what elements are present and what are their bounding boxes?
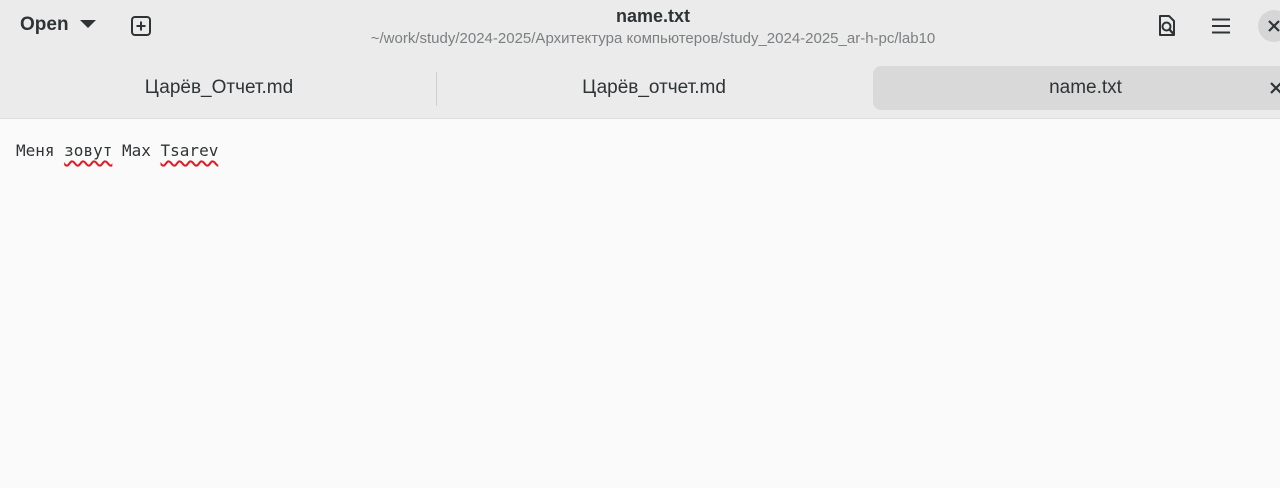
word-space bbox=[55, 141, 65, 160]
text-editor-window: Open name.txt ~/work/study/2024-2025/Арх… bbox=[0, 0, 1280, 488]
window-title: name.txt bbox=[615, 6, 691, 26]
tab-separator bbox=[436, 72, 437, 106]
window-close-button[interactable] bbox=[1258, 10, 1280, 42]
misspelled-word[interactable]: Tsarev bbox=[161, 141, 219, 160]
open-button[interactable]: Open bbox=[8, 8, 106, 44]
new-tab-button[interactable] bbox=[122, 8, 160, 44]
close-icon bbox=[1268, 20, 1280, 32]
tab-tsarev-otchet-upper[interactable]: Царёв_Отчет.md bbox=[2, 66, 436, 110]
file-path-subtitle: ~/work/study/2024-2025/Архитектура компь… bbox=[370, 30, 936, 47]
open-button-label: Open bbox=[20, 14, 69, 35]
header-bar: Open name.txt ~/work/study/2024-2025/Арх… bbox=[0, 0, 1280, 58]
text-editor-area[interactable]: Меня зовут Max Tsarev bbox=[0, 119, 1280, 488]
tab-tsarev-otchet-lower[interactable]: Царёв_отчет.md bbox=[438, 66, 870, 110]
word: Меня bbox=[16, 141, 55, 160]
word: Max bbox=[121, 141, 151, 160]
document-search-icon bbox=[1159, 15, 1175, 36]
main-menu-button[interactable] bbox=[1202, 8, 1240, 44]
misspelled-word[interactable]: зовут bbox=[64, 141, 112, 160]
tab-name-txt-active[interactable]: name.txt bbox=[873, 66, 1280, 110]
editor-text-line[interactable]: Меня зовут Max Tsarev bbox=[16, 141, 218, 160]
chevron-down-icon bbox=[80, 20, 96, 28]
window-title-block: name.txt ~/work/study/2024-2025/Архитект… bbox=[300, 4, 1006, 50]
word-space bbox=[151, 141, 161, 160]
word-space bbox=[112, 141, 122, 160]
close-icon[interactable] bbox=[1268, 80, 1280, 96]
tab-bar: Царёв_Отчет.md Царёв_отчет.md name.txt bbox=[0, 58, 1280, 119]
hamburger-menu-icon bbox=[1212, 18, 1230, 34]
new-tab-plus-icon bbox=[131, 16, 151, 36]
search-button[interactable] bbox=[1148, 8, 1186, 44]
